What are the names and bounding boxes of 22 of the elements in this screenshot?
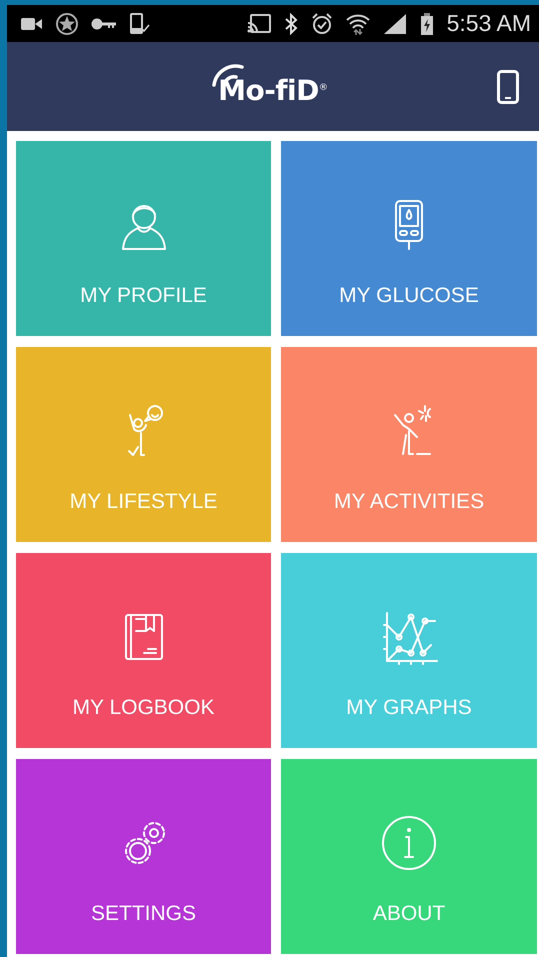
key-icon — [91, 18, 117, 30]
menu-tile[interactable]: MY PROFILE — [16, 141, 271, 336]
phone-icon[interactable] — [497, 70, 519, 104]
menu-tile[interactable]: MY GLUCOSE — [281, 141, 537, 336]
app-logo: Mo-fiD — [218, 76, 319, 104]
bluetooth-icon — [284, 12, 298, 34]
status-time: 5:53 AM — [446, 10, 531, 37]
menu-tile[interactable]: MY LOGBOOK — [16, 553, 271, 748]
menu-tile[interactable]: MY GRAPHS — [281, 553, 537, 748]
registered-mark: ® — [318, 82, 328, 92]
menu-tile[interactable]: SETTINGS — [16, 759, 271, 954]
alarm-icon — [310, 12, 333, 34]
video-camera-icon — [21, 16, 43, 30]
info-icon — [379, 815, 439, 873]
cast-icon — [246, 14, 271, 34]
wifi-icon — [346, 12, 370, 34]
menu-tile[interactable]: ABOUT — [281, 759, 537, 954]
menu-tile[interactable]: MY ACTIVITIES — [281, 347, 537, 542]
signal-icon — [382, 12, 407, 34]
menu-tile[interactable]: MY LIFESTYLE — [16, 347, 271, 542]
phone-check-icon — [130, 12, 150, 34]
battery-icon — [420, 12, 434, 34]
